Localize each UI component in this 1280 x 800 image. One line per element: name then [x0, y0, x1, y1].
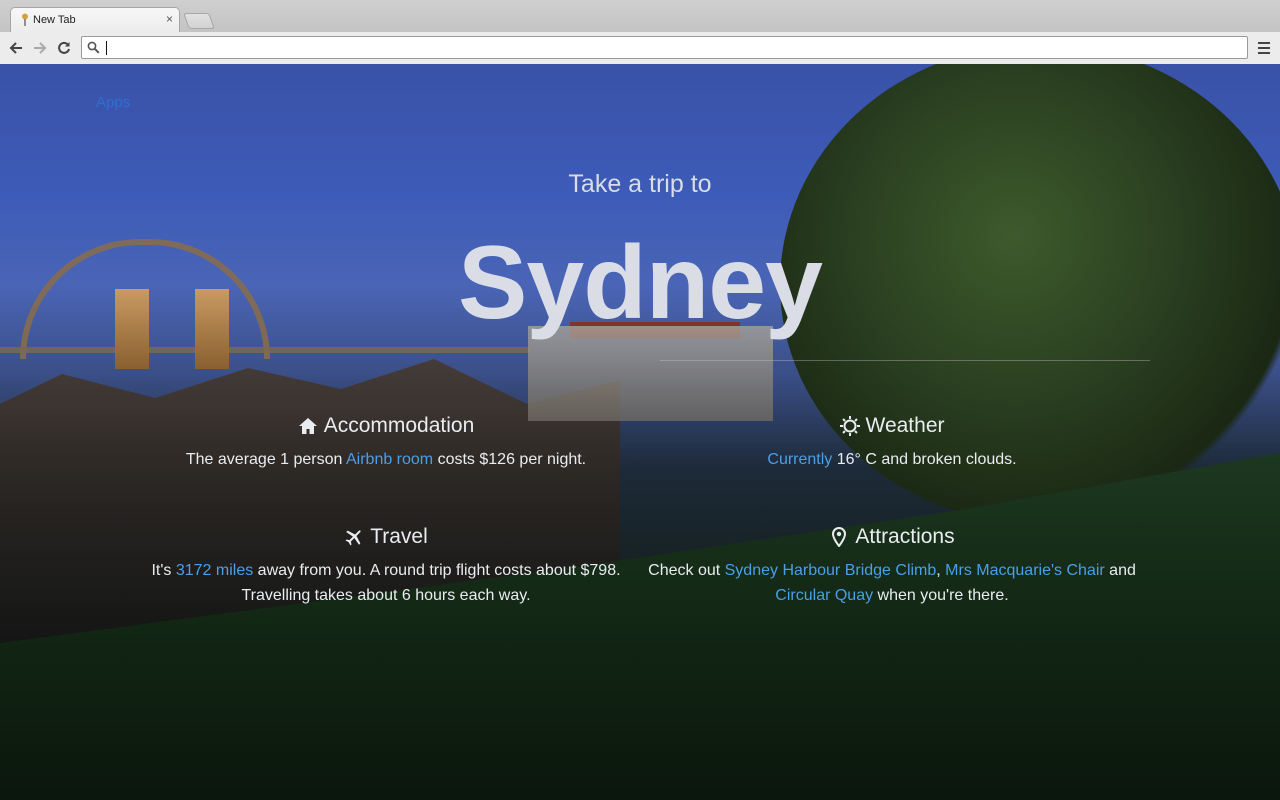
- new-tab-button[interactable]: [183, 13, 215, 29]
- accommodation-title: Accommodation: [323, 414, 475, 437]
- text-segment: and: [1104, 562, 1136, 579]
- attractions-title: Attractions: [855, 525, 955, 548]
- tab-strip: New Tab ×: [0, 0, 1280, 32]
- destination-city: Sydney: [458, 225, 823, 341]
- weather-title: Weather: [865, 414, 945, 437]
- accommodation-text: The average 1 person Airbnb room costs $…: [126, 447, 646, 472]
- divider: [660, 360, 1150, 361]
- sun-icon: [839, 416, 860, 436]
- apps-link[interactable]: Apps: [96, 94, 130, 111]
- text-segment: ,: [936, 562, 946, 579]
- text-segment: The average 1 person: [185, 451, 346, 468]
- tab-close-icon[interactable]: ×: [166, 12, 173, 26]
- text-caret: [106, 41, 107, 55]
- circular-quay-link[interactable]: Circular Quay: [775, 587, 873, 604]
- reload-icon[interactable]: [54, 38, 74, 58]
- omnibox[interactable]: [81, 36, 1248, 59]
- hamburger-menu-icon[interactable]: [1254, 38, 1274, 58]
- attractions-text: Check out Sydney Harbour Bridge Climb, M…: [632, 558, 1152, 608]
- attractions-card: Attractions Check out Sydney Harbour Bri…: [632, 525, 1152, 608]
- background-bridge-deck: [0, 347, 530, 353]
- weather-heading: Weather: [632, 414, 1152, 438]
- new-tab-page: Apps Take a trip to Sydney Accommodation…: [0, 64, 1280, 800]
- pin-favicon-icon: [21, 13, 29, 26]
- travel-text: It's 3172 miles away from you. A round t…: [126, 558, 646, 608]
- plane-icon: [344, 527, 364, 547]
- text-segment: costs $126 per night.: [433, 451, 587, 468]
- magnifier-icon: [87, 41, 100, 59]
- text-segment: It's: [151, 562, 176, 579]
- travel-card: Travel It's 3172 miles away from you. A …: [126, 525, 646, 608]
- mrs-macquaries-chair-link[interactable]: Mrs Macquarie's Chair: [945, 562, 1105, 579]
- attractions-heading: Attractions: [632, 525, 1152, 549]
- text-segment: 16° C and broken clouds.: [832, 451, 1017, 468]
- map-pin-icon: [829, 527, 849, 547]
- weather-card: Weather Currently 16° C and broken cloud…: [632, 414, 1152, 472]
- airbnb-room-link[interactable]: Airbnb room: [346, 451, 433, 468]
- tagline: Take a trip to: [568, 170, 712, 198]
- text-segment: Check out: [648, 562, 725, 579]
- tab-title: New Tab: [33, 14, 76, 26]
- distance-link[interactable]: 3172 miles: [176, 562, 253, 579]
- accommodation-card: Accommodation The average 1 person Airbn…: [126, 414, 646, 472]
- tab-new-tab[interactable]: New Tab ×: [10, 7, 180, 32]
- travel-title: Travel: [370, 525, 428, 548]
- home-icon: [298, 416, 318, 436]
- text-segment: when you're there.: [873, 587, 1009, 604]
- travel-heading: Travel: [126, 525, 646, 549]
- currently-link[interactable]: Currently: [767, 451, 832, 468]
- accommodation-heading: Accommodation: [126, 414, 646, 438]
- forward-icon[interactable]: [30, 38, 50, 58]
- bridge-climb-link[interactable]: Sydney Harbour Bridge Climb: [725, 562, 937, 579]
- weather-text: Currently 16° C and broken clouds.: [632, 447, 1152, 472]
- back-icon[interactable]: [6, 38, 26, 58]
- text-segment: away from you. A round trip flight costs…: [241, 562, 621, 604]
- browser-chrome: New Tab ×: [0, 0, 1280, 64]
- address-input[interactable]: [104, 39, 1234, 56]
